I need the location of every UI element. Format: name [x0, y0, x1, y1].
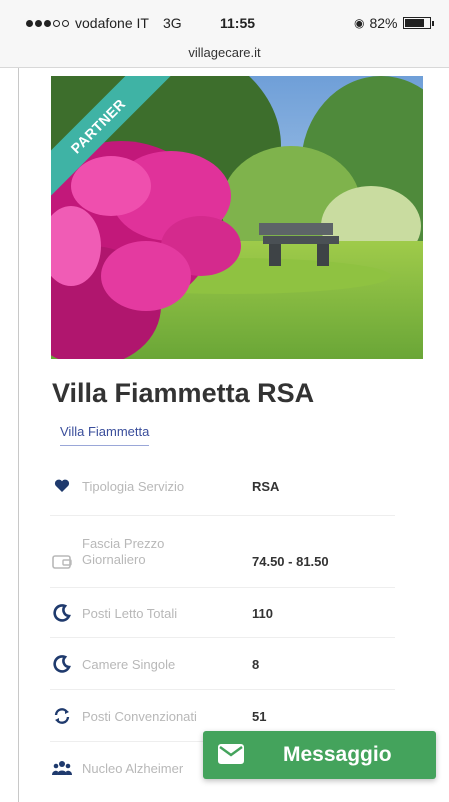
moon-icon	[52, 603, 72, 623]
detail-label: Camere Singole	[82, 657, 176, 672]
detail-label: Tipologia Servizio	[82, 479, 185, 494]
envelope-icon	[217, 743, 245, 765]
carrier-info: vodafone IT 3G	[26, 15, 182, 31]
detail-label: Posti Letto Totali	[82, 606, 178, 621]
detail-value: 51	[252, 709, 267, 724]
message-button[interactable]: Messaggio	[203, 731, 436, 779]
detail-label: Posti Convenzionati	[82, 709, 197, 724]
heart-icon	[52, 476, 72, 496]
signal-strength-icon	[26, 19, 69, 27]
status-bar: vodafone IT 3G 11:55 ◉ 82%	[0, 0, 449, 38]
orientation-lock-icon: ◉	[354, 16, 365, 30]
clock: 11:55	[220, 15, 256, 31]
battery-icon	[402, 17, 434, 29]
detail-value: RSA	[252, 479, 280, 494]
detail-label: Fascia Prezzo Giornaliero	[82, 536, 165, 567]
detail-value: 74.50 - 81.50	[252, 554, 329, 569]
detail-row-posti-letto: Posti Letto Totali 110	[50, 588, 395, 638]
url-text: villagecare.it	[188, 45, 261, 60]
facility-subtitle-link[interactable]: Villa Fiammetta	[60, 424, 150, 446]
detail-row-fascia-prezzo: Fascia Prezzo Giornaliero 74.50 - 81.50	[50, 516, 395, 588]
address-bar[interactable]: villagecare.it	[0, 38, 449, 68]
battery-percent: 82%	[369, 15, 398, 31]
moon-icon	[52, 654, 72, 674]
users-icon	[52, 758, 72, 778]
battery-info: ◉ 82%	[354, 15, 434, 31]
detail-value: 8	[252, 657, 260, 672]
facility-title: Villa Fiammetta RSA	[52, 378, 315, 408]
facility-photo[interactable]: PARTNER	[51, 76, 423, 359]
network-type: 3G	[162, 15, 182, 31]
detail-value: 110	[252, 606, 273, 621]
carrier-name: vodafone IT	[75, 15, 149, 31]
detail-row-camere-singole: Camere Singole 8	[50, 638, 395, 690]
page-divider	[18, 68, 19, 802]
refresh-icon	[52, 706, 72, 726]
detail-row-tipologia: Tipologia Servizio RSA	[50, 460, 395, 516]
wallet-icon	[52, 552, 72, 572]
message-button-label: Messaggio	[283, 743, 392, 766]
